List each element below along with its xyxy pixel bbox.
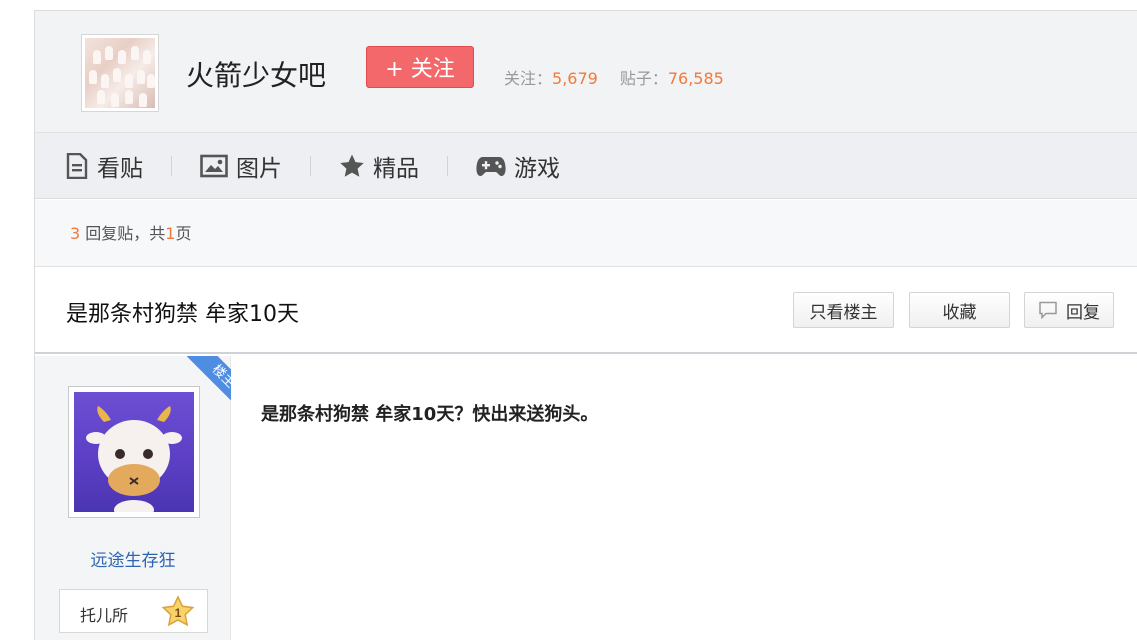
op-ribbon: 楼主: [175, 356, 231, 412]
reply-button[interactable]: 回复: [1024, 292, 1114, 328]
thread-title: 是那条村狗禁 牟家10天: [66, 302, 299, 327]
level-star-icon: 1: [161, 595, 195, 627]
forum-tabs: 看贴 图片 精品 游戏: [35, 133, 1137, 199]
tab-divider: [447, 155, 448, 176]
follow-count-label: 关注：: [504, 69, 553, 88]
forum-stats: 关注：5,679 贴子：76,585: [504, 65, 724, 89]
tab-posts[interactable]: 看贴: [65, 148, 143, 184]
tab-games[interactable]: 游戏: [476, 148, 560, 184]
tab-images[interactable]: 图片: [200, 148, 282, 184]
reply-button-label: 回复: [1066, 302, 1100, 323]
post-content: 是那条村狗禁 牟家10天？快出来送狗头。: [261, 404, 599, 425]
reply-count-suffix: 回复贴，共: [80, 224, 166, 243]
comment-icon: [1039, 301, 1057, 319]
tab-featured-label: 精品: [373, 155, 419, 182]
image-icon: [200, 154, 228, 177]
document-icon: [66, 152, 88, 179]
forum-header: 火箭少女吧 + 关注 关注：5,679 贴子：76,585: [35, 11, 1137, 133]
thread-title-bar: 是那条村狗禁 牟家10天 只看楼主 收藏 回复: [35, 268, 1137, 354]
gamepad-icon: [476, 156, 506, 176]
tab-divider: [171, 155, 172, 176]
follow-button[interactable]: + 关注: [366, 46, 474, 88]
tab-images-label: 图片: [236, 155, 282, 182]
tab-featured[interactable]: 精品: [339, 148, 419, 184]
forum-frame: 火箭少女吧 + 关注 关注：5,679 贴子：76,585 看贴 图片 精品 游…: [34, 10, 1137, 640]
post-count: 76,585: [667, 69, 724, 88]
page-count: 1: [165, 224, 176, 243]
post: 远途生存狂 托儿所 1 楼主 是那条村狗禁 牟家10天？快出来送狗头。: [35, 356, 1137, 640]
only-op-button[interactable]: 只看楼主: [793, 292, 894, 328]
forum-avatar-image: [85, 38, 155, 108]
star-icon: [340, 154, 364, 177]
follow-count: 5,679: [552, 69, 598, 88]
page-count-suffix: 页: [175, 224, 192, 243]
reply-count-bar: 3 回复贴，共1页: [35, 200, 1137, 267]
username[interactable]: 远途生存狂: [35, 546, 231, 571]
reply-count: 3: [70, 224, 81, 243]
favorite-button[interactable]: 收藏: [909, 292, 1010, 328]
tab-games-label: 游戏: [514, 155, 560, 182]
page: 火箭少女吧 + 关注 关注：5,679 贴子：76,585 看贴 图片 精品 游…: [0, 0, 1137, 640]
forum-avatar[interactable]: [81, 34, 159, 112]
op-badge: 楼主: [186, 356, 231, 412]
forum-name[interactable]: 火箭少女吧: [186, 54, 326, 94]
tab-divider: [310, 155, 311, 176]
level-name: 托儿所: [80, 606, 129, 625]
post-count-label: 贴子：: [619, 69, 668, 88]
tab-posts-label: 看贴: [97, 155, 143, 182]
level-number: 1: [175, 606, 182, 620]
user-level: 托儿所 1: [59, 589, 208, 633]
